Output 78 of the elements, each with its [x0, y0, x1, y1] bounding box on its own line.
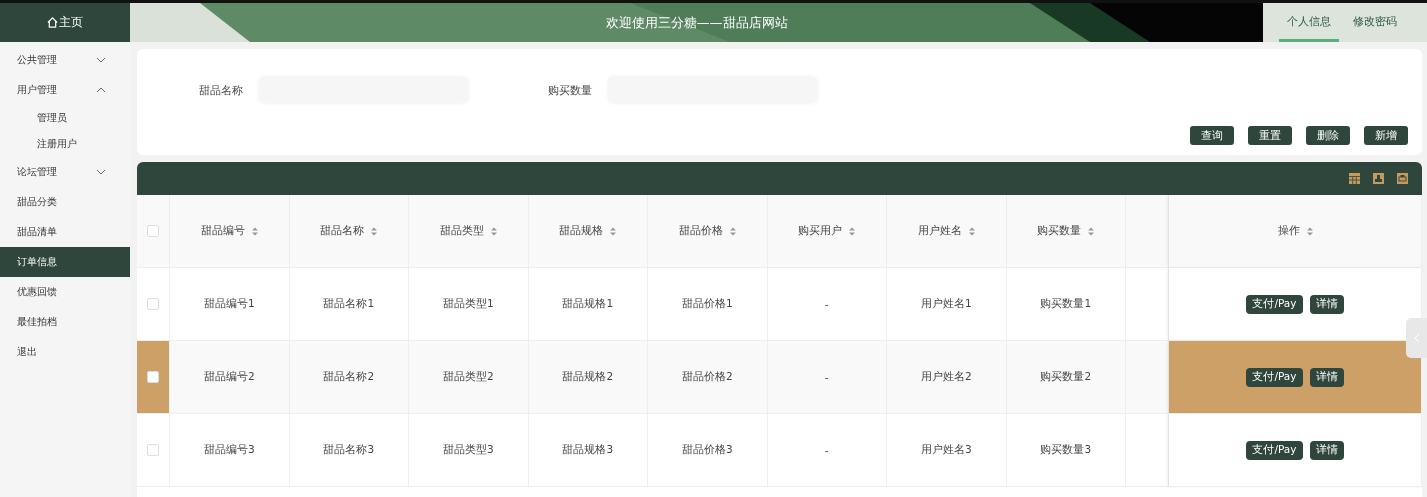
sidebar-item[interactable]: 订单信息 — [0, 247, 130, 277]
action-button[interactable]: 查询 — [1190, 126, 1234, 145]
column-header[interactable]: 甜品价格 — [648, 195, 768, 268]
column-header[interactable]: 甜品编号 — [170, 195, 290, 268]
table-cell: 甜品规格1 — [528, 268, 648, 341]
sidebar-item[interactable]: 退出 — [0, 337, 130, 367]
sidebar-subitem[interactable]: 注册用户 — [0, 131, 130, 157]
table-cell: 甜品类型3 — [409, 414, 529, 487]
sort-icon — [251, 226, 258, 236]
sidebar-item[interactable]: 甜品分类 — [0, 187, 130, 217]
row-action-button[interactable]: 支付/Pay — [1246, 367, 1303, 387]
column-header[interactable]: 用户姓名 — [887, 195, 1007, 268]
table-cell: 用户姓名1 — [887, 268, 1007, 341]
table-cell: 用户姓名2 — [887, 341, 1007, 414]
row-action-button[interactable]: 详情 — [1309, 440, 1344, 460]
sort-icon — [610, 226, 617, 236]
field-label: 购买数量 — [548, 82, 592, 98]
column-header[interactable]: 甜品类型 — [409, 195, 529, 268]
sort-icon — [1306, 226, 1313, 236]
column-header[interactable]: 购买数量 — [1006, 195, 1126, 268]
sort-icon — [849, 226, 856, 236]
sidebar-item[interactable]: 论坛管理 — [0, 157, 130, 187]
home-icon — [47, 17, 58, 28]
table-cell: 甜品价格1 — [648, 268, 768, 341]
side-drawer-tab[interactable] — [1406, 318, 1427, 358]
column-header[interactable]: 甜品名称 — [289, 195, 409, 268]
select-all-checkbox[interactable] — [147, 225, 159, 237]
sidebar-item[interactable]: 最佳拍档 — [0, 307, 130, 337]
sort-icon — [490, 226, 497, 236]
table-cell: - — [767, 414, 887, 487]
row-checkbox[interactable] — [147, 298, 159, 310]
header-tab[interactable]: 个人信息 — [1279, 3, 1339, 42]
header-tab[interactable]: 修改密码 — [1343, 3, 1407, 42]
table-cell: - — [767, 341, 887, 414]
table-cell: 甜品规格3 — [528, 414, 648, 487]
table-cell: 甜品名称3 — [289, 414, 409, 487]
column-header[interactable]: 操作 — [1169, 195, 1422, 268]
table-cell: 甜品规格2 — [528, 341, 648, 414]
action-button[interactable]: 新增 — [1364, 126, 1408, 145]
export-icon[interactable] — [1373, 173, 1384, 184]
action-button[interactable]: 重置 — [1248, 126, 1292, 145]
sidebar-subitem[interactable]: 管理员 — [0, 105, 130, 131]
home-link[interactable]: 主页 — [47, 14, 83, 31]
table-cell: 购买数量2 — [1006, 341, 1126, 414]
table-cell: 甜品名称2 — [289, 341, 409, 414]
table-cell: 甜品类型1 — [409, 268, 529, 341]
print-icon[interactable] — [1397, 173, 1408, 184]
table-cell: 购买数量3 — [1006, 414, 1126, 487]
row-action-button[interactable]: 详情 — [1309, 367, 1344, 387]
action-button[interactable]: 删除 — [1306, 126, 1350, 145]
sort-icon — [729, 226, 736, 236]
table-cell: 甜品类型2 — [409, 341, 529, 414]
sidebar-item[interactable]: 公共管理 — [0, 45, 130, 75]
row-checkbox[interactable] — [147, 444, 159, 456]
sort-icon — [1088, 226, 1095, 236]
sort-icon — [371, 226, 378, 236]
column-header[interactable]: 购买用户 — [767, 195, 887, 268]
grid-icon[interactable] — [1349, 173, 1360, 184]
row-checkbox[interactable] — [147, 371, 159, 383]
row-action-button[interactable]: 支付/Pay — [1246, 440, 1303, 460]
row-action-button[interactable]: 支付/Pay — [1246, 294, 1303, 314]
table-cell: 甜品价格2 — [648, 341, 768, 414]
table-cell: 甜品编号2 — [170, 341, 290, 414]
table-cell: 购买数量1 — [1006, 268, 1126, 341]
sidebar-item[interactable]: 优惠回馈 — [0, 277, 130, 307]
table-cell: - — [767, 268, 887, 341]
field-label: 甜品名称 — [199, 82, 243, 98]
table-cell: 甜品价格3 — [648, 414, 768, 487]
table-cell: 用户姓名3 — [887, 414, 1007, 487]
table-cell: 甜品名称1 — [289, 268, 409, 341]
table-cell: 甜品编号1 — [170, 268, 290, 341]
row-action-button[interactable]: 详情 — [1309, 294, 1344, 314]
table-cell: 甜品编号3 — [170, 414, 290, 487]
site-title: 欢迎使用三分糖——甜品店网站 — [605, 13, 788, 32]
sort-icon — [968, 226, 975, 236]
column-header[interactable]: 甜品规格 — [528, 195, 648, 268]
sidebar-item[interactable]: 用户管理 — [0, 75, 130, 105]
sidebar-item[interactable]: 甜品清单 — [0, 217, 130, 247]
